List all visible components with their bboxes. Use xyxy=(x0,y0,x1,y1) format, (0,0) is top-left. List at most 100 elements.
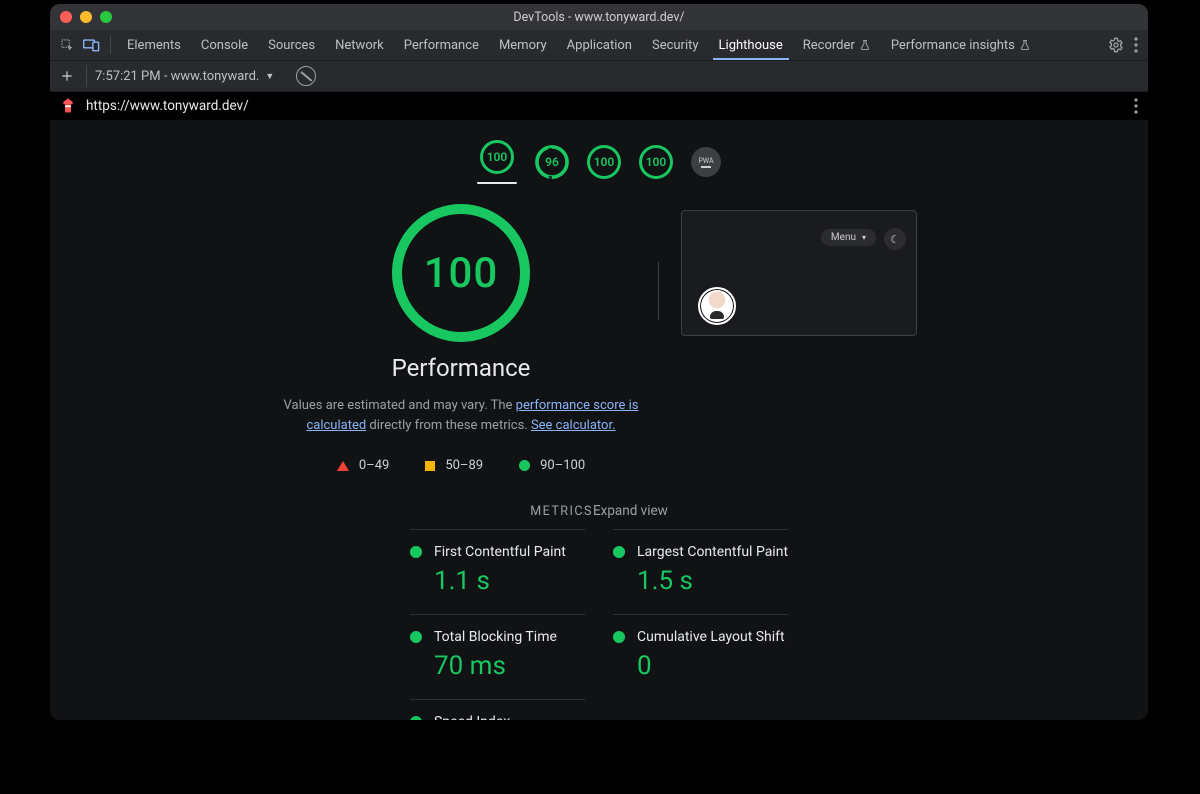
divider-line xyxy=(658,262,659,320)
window-title: DevTools - www.tonyward.dev/ xyxy=(50,10,1148,25)
status-dot-icon xyxy=(613,631,625,643)
metrics-header: METRICS Expand view xyxy=(522,503,676,519)
moon-icon: ☾ xyxy=(890,233,900,246)
legend-average: 50–89 xyxy=(425,458,483,473)
tab-memory[interactable]: Memory xyxy=(489,30,557,60)
gauge-score: 100 xyxy=(594,155,615,169)
gauge-performance[interactable]: 100 xyxy=(477,140,517,184)
status-dot-icon xyxy=(410,631,422,643)
report-select-dropdown[interactable]: 7:57:21 PM - www.tonyward. ▼ xyxy=(86,65,282,87)
report-menu-icon[interactable] xyxy=(1134,98,1138,114)
chevron-down-icon: ▾ xyxy=(862,233,866,242)
legend-range: 50–89 xyxy=(445,458,483,473)
metric-si: Speed Index 1.2 s xyxy=(410,699,585,720)
legend-range: 0–49 xyxy=(359,458,389,473)
settings-icon[interactable] xyxy=(1108,37,1124,53)
big-score-value: 100 xyxy=(424,249,499,298)
metric-name: First Contentful Paint xyxy=(434,544,566,560)
tab-label: Sources xyxy=(268,38,315,53)
desc-text: Values are estimated and may vary. The xyxy=(284,398,516,413)
metric-tbt: Total Blocking Time 70 ms xyxy=(410,614,585,699)
device-toolbar-icon[interactable] xyxy=(80,34,102,56)
tabs-separator xyxy=(110,36,111,54)
performance-summary: 100 Performance Values are estimated and… xyxy=(281,204,641,473)
category-gauges-row: 100 96 100 100 PWA xyxy=(50,120,1148,198)
tab-console[interactable]: Console xyxy=(191,30,258,60)
site-screenshot-preview: Menu ▾ ☾ xyxy=(681,210,917,336)
lighthouse-report: 100 96 100 100 PWA xyxy=(50,120,1148,720)
tab-label: Console xyxy=(201,38,248,53)
metric-name: Largest Contentful Paint xyxy=(637,544,788,560)
status-dot-icon xyxy=(410,716,422,720)
gauge-best-practices[interactable]: 100 xyxy=(587,145,621,179)
flask-icon xyxy=(1019,39,1031,51)
flask-icon xyxy=(859,39,871,51)
new-report-button[interactable] xyxy=(56,65,78,87)
status-dot-icon xyxy=(410,546,422,558)
tab-performance-insights[interactable]: Performance insights xyxy=(881,30,1041,60)
minimize-window-button[interactable] xyxy=(80,11,92,23)
desc-text: directly from these metrics. xyxy=(366,418,531,433)
expand-view-button[interactable]: Expand view xyxy=(593,503,668,519)
metric-value: 0 xyxy=(637,651,788,681)
tab-elements[interactable]: Elements xyxy=(117,30,191,60)
score-legend: 0–49 50–89 90–100 xyxy=(281,458,641,473)
tab-label: Performance xyxy=(404,38,479,53)
metric-lcp: Largest Contentful Paint 1.5 s xyxy=(613,529,788,614)
legend-fail: 0–49 xyxy=(337,458,389,473)
gauge-seo[interactable]: 100 xyxy=(639,145,673,179)
tab-label: Performance insights xyxy=(891,38,1015,53)
pwa-bar-icon xyxy=(701,166,711,168)
tab-label: Memory xyxy=(499,38,547,53)
tab-label: Lighthouse xyxy=(719,38,783,53)
metric-value: 1.1 s xyxy=(434,566,585,596)
tab-security[interactable]: Security xyxy=(642,30,709,60)
gauge-pwa[interactable]: PWA xyxy=(691,147,721,177)
gauge-accessibility[interactable]: 96 xyxy=(535,145,569,179)
big-performance-gauge: 100 xyxy=(392,204,530,342)
report-main: 100 Performance Values are estimated and… xyxy=(50,198,1148,473)
circle-icon xyxy=(519,460,530,471)
close-window-button[interactable] xyxy=(60,11,72,23)
square-icon xyxy=(425,461,435,471)
tab-label: Elements xyxy=(127,38,181,53)
tab-sources[interactable]: Sources xyxy=(258,30,325,60)
metric-name: Cumulative Layout Shift xyxy=(637,629,785,645)
tab-label: Recorder xyxy=(803,38,855,53)
tab-application[interactable]: Application xyxy=(557,30,642,60)
window-titlebar: DevTools - www.tonyward.dev/ xyxy=(50,4,1148,30)
tab-performance[interactable]: Performance xyxy=(394,30,489,60)
preview-menu-label: Menu xyxy=(831,232,856,243)
maximize-window-button[interactable] xyxy=(100,11,112,23)
lighthouse-toolbar: 7:57:21 PM - www.tonyward. ▼ xyxy=(50,61,1148,92)
metrics-grid: First Contentful Paint 1.1 s Largest Con… xyxy=(402,529,796,720)
see-calculator-link[interactable]: See calculator. xyxy=(531,418,616,433)
tab-label: Security xyxy=(652,38,699,53)
window-controls xyxy=(60,11,112,23)
performance-description: Values are estimated and may vary. The p… xyxy=(281,396,641,436)
clear-all-button[interactable] xyxy=(296,66,316,86)
report-url-bar: https://www.tonyward.dev/ xyxy=(50,92,1148,120)
preview-avatar xyxy=(698,287,736,325)
metric-name: Speed Index xyxy=(434,714,510,720)
inspect-element-icon[interactable] xyxy=(56,34,78,56)
metric-name: Total Blocking Time xyxy=(434,629,557,645)
gauge-score: 100 xyxy=(487,150,508,164)
gauge-score: 96 xyxy=(545,155,559,169)
metric-value: 70 ms xyxy=(434,651,585,681)
devtools-window: DevTools - www.tonyward.dev/ Elements Co… xyxy=(50,4,1148,720)
kebab-menu-icon[interactable] xyxy=(1134,37,1138,53)
devtools-tabs: Elements Console Sources Network Perform… xyxy=(50,30,1148,61)
triangle-icon xyxy=(337,461,349,471)
lighthouse-logo-icon xyxy=(60,96,76,116)
tab-lighthouse[interactable]: Lighthouse xyxy=(709,30,793,60)
tab-network[interactable]: Network xyxy=(325,30,394,60)
tab-label: Application xyxy=(567,38,632,53)
status-dot-icon xyxy=(613,546,625,558)
tab-recorder[interactable]: Recorder xyxy=(793,30,881,60)
chevron-down-icon: ▼ xyxy=(265,71,274,82)
legend-pass: 90–100 xyxy=(519,458,585,473)
pwa-label: PWA xyxy=(698,157,713,165)
metric-value: 1.5 s xyxy=(637,566,788,596)
legend-range: 90–100 xyxy=(540,458,585,473)
